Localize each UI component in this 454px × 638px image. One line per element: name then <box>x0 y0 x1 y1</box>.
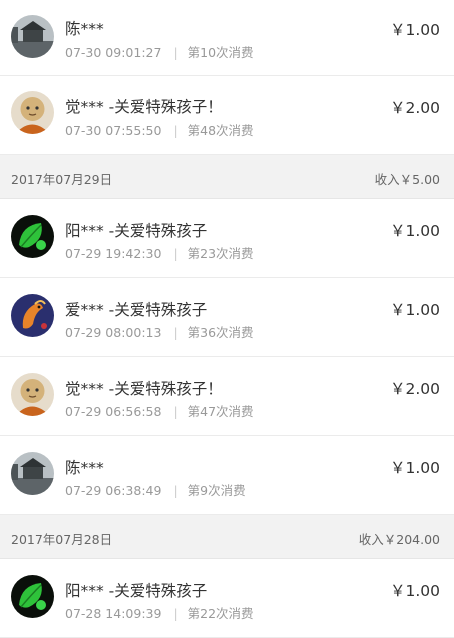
day-header: 2017年07月29日 收入￥5.00 <box>0 155 454 199</box>
payment-count: 第36次消费 <box>187 325 254 340</box>
donor-name: 陈*** <box>65 459 104 477</box>
payment-count: 第23次消费 <box>187 246 254 261</box>
payment-amount: ￥2.00 <box>389 380 440 398</box>
donor-name: 觉*** -关爱特殊孩子！ <box>65 98 223 116</box>
donor-name: 阳*** -关爱特殊孩子 <box>65 222 208 240</box>
day-date: 2017年07月28日 <box>11 532 113 547</box>
list-item[interactable]: 阳*** -关爱特殊孩子 07-28 14:09:39 | 第22次消费 ￥1.00 <box>0 559 454 638</box>
payment-meta: 07-29 06:38:49 | 第9次消费 <box>65 483 246 498</box>
day-header: 2017年07月28日 收入￥204.00 <box>0 515 454 559</box>
monk-avatar <box>11 373 54 416</box>
list-item[interactable]: 阳*** -关爱特殊孩子 07-29 19:42:30 | 第23次消费 ￥1.00 <box>0 199 454 278</box>
list-item[interactable]: 陈*** 07-30 09:01:27 | 第10次消费 ￥1.00 <box>0 0 454 76</box>
day-income: 收入￥5.00 <box>374 172 440 187</box>
leaf-avatar <box>11 215 54 258</box>
payment-time: 07-29 06:38:49 <box>65 483 162 498</box>
payment-time: 07-29 06:56:58 <box>65 404 162 419</box>
koi-avatar <box>11 294 54 337</box>
payment-count: 第47次消费 <box>187 404 254 419</box>
day-date: 2017年07月29日 <box>11 172 113 187</box>
payment-meta: 07-29 19:42:30 | 第23次消费 <box>65 246 254 261</box>
donor-name: 爱*** -关爱特殊孩子 <box>65 301 208 319</box>
list-item[interactable]: 觉*** -关爱特殊孩子！ 07-30 07:55:50 | 第48次消费 ￥2.0… <box>0 76 454 155</box>
payment-amount: ￥1.00 <box>389 222 440 240</box>
payment-meta: 07-29 08:00:13 | 第36次消费 <box>65 325 254 340</box>
leaf-avatar <box>11 575 54 618</box>
payment-amount: ￥1.00 <box>389 582 440 600</box>
payment-meta: 07-28 14:09:39 | 第22次消费 <box>65 606 254 621</box>
list-item[interactable]: 觉*** -关爱特殊孩子！ 07-29 06:56:58 | 第47次消费 ￥2.0… <box>0 357 454 436</box>
payment-amount: ￥1.00 <box>389 21 440 39</box>
monk-avatar <box>11 91 54 134</box>
payment-count: 第22次消费 <box>187 606 254 621</box>
payment-list: 陈*** 07-30 09:01:27 | 第10次消费 ￥1.00 觉*** -关… <box>0 0 454 638</box>
payment-count: 第48次消费 <box>187 123 254 138</box>
payment-amount: ￥1.00 <box>389 301 440 319</box>
payment-time: 07-30 09:01:27 <box>65 45 162 60</box>
lake-house-avatar <box>11 452 54 495</box>
donor-name: 阳*** -关爱特殊孩子 <box>65 582 208 600</box>
payment-amount: ￥1.00 <box>389 459 440 477</box>
payment-time: 07-30 07:55:50 <box>65 123 162 138</box>
payment-meta: 07-29 06:56:58 | 第47次消费 <box>65 404 254 419</box>
lake-house-avatar <box>11 15 54 58</box>
payment-time: 07-29 08:00:13 <box>65 325 162 340</box>
payment-amount: ￥2.00 <box>389 99 440 117</box>
list-item[interactable]: 陈*** 07-29 06:38:49 | 第9次消费 ￥1.00 <box>0 436 454 515</box>
payment-time: 07-28 14:09:39 <box>65 606 162 621</box>
payment-time: 07-29 19:42:30 <box>65 246 162 261</box>
payment-meta: 07-30 09:01:27 | 第10次消费 <box>65 45 254 60</box>
payment-meta: 07-30 07:55:50 | 第48次消费 <box>65 123 254 138</box>
donor-name: 觉*** -关爱特殊孩子！ <box>65 380 223 398</box>
donor-name: 陈*** <box>65 20 104 38</box>
list-item[interactable]: 爱*** -关爱特殊孩子 07-29 08:00:13 | 第36次消费 ￥1.00 <box>0 278 454 357</box>
payment-count: 第10次消费 <box>187 45 254 60</box>
day-income: 收入￥204.00 <box>358 532 440 547</box>
payment-count: 第9次消费 <box>187 483 246 498</box>
